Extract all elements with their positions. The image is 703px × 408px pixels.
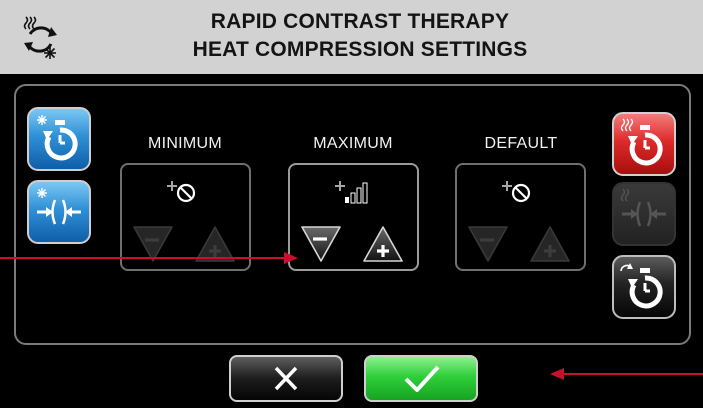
heat-stopwatch-icon — [620, 118, 663, 166]
title-line-2: HEAT COMPRESSION SETTINGS — [192, 38, 528, 61]
minimum-label: MINIMUM — [147, 135, 223, 152]
decrease-button[interactable] — [300, 225, 342, 263]
cycle-stopwatch-icon — [620, 263, 663, 309]
annotation-arrow-right — [550, 368, 703, 380]
header-bar: RAPID CONTRAST THERAPY HEAT COMPRESSION … — [0, 0, 703, 74]
cold-timer-button[interactable] — [27, 107, 91, 171]
heat-timer-button[interactable] — [612, 112, 676, 176]
compression-off-icon — [167, 181, 196, 203]
contrast-cycle-icon — [20, 14, 60, 60]
device-screen: RAPID CONTRAST THERAPY HEAT COMPRESSION … — [0, 0, 703, 408]
snowflake-compression-icon — [37, 188, 81, 225]
contrast-timer-button[interactable] — [612, 255, 676, 319]
confirm-button[interactable] — [364, 355, 478, 402]
annotation-arrow-left — [0, 252, 298, 264]
increase-button[interactable] — [362, 225, 404, 263]
cold-compression-button[interactable] — [27, 180, 91, 244]
decrease-button — [468, 226, 508, 262]
compression-off-icon — [502, 181, 531, 203]
maximum-label: MAXIMUM — [313, 135, 393, 152]
check-icon — [404, 365, 440, 392]
compression-level-1-icon — [335, 181, 368, 204]
maximum-control — [288, 163, 419, 271]
cancel-button[interactable] — [229, 355, 343, 402]
heat-compression-button[interactable] — [612, 182, 676, 246]
x-icon — [274, 366, 298, 391]
title-line-1: RAPID CONTRAST THERAPY — [210, 10, 510, 33]
default-control — [455, 163, 586, 271]
snowflake-stopwatch-icon — [37, 115, 78, 161]
increase-button — [530, 226, 570, 262]
heat-compression-icon — [620, 188, 666, 227]
default-label: DEFAULT — [484, 135, 558, 152]
